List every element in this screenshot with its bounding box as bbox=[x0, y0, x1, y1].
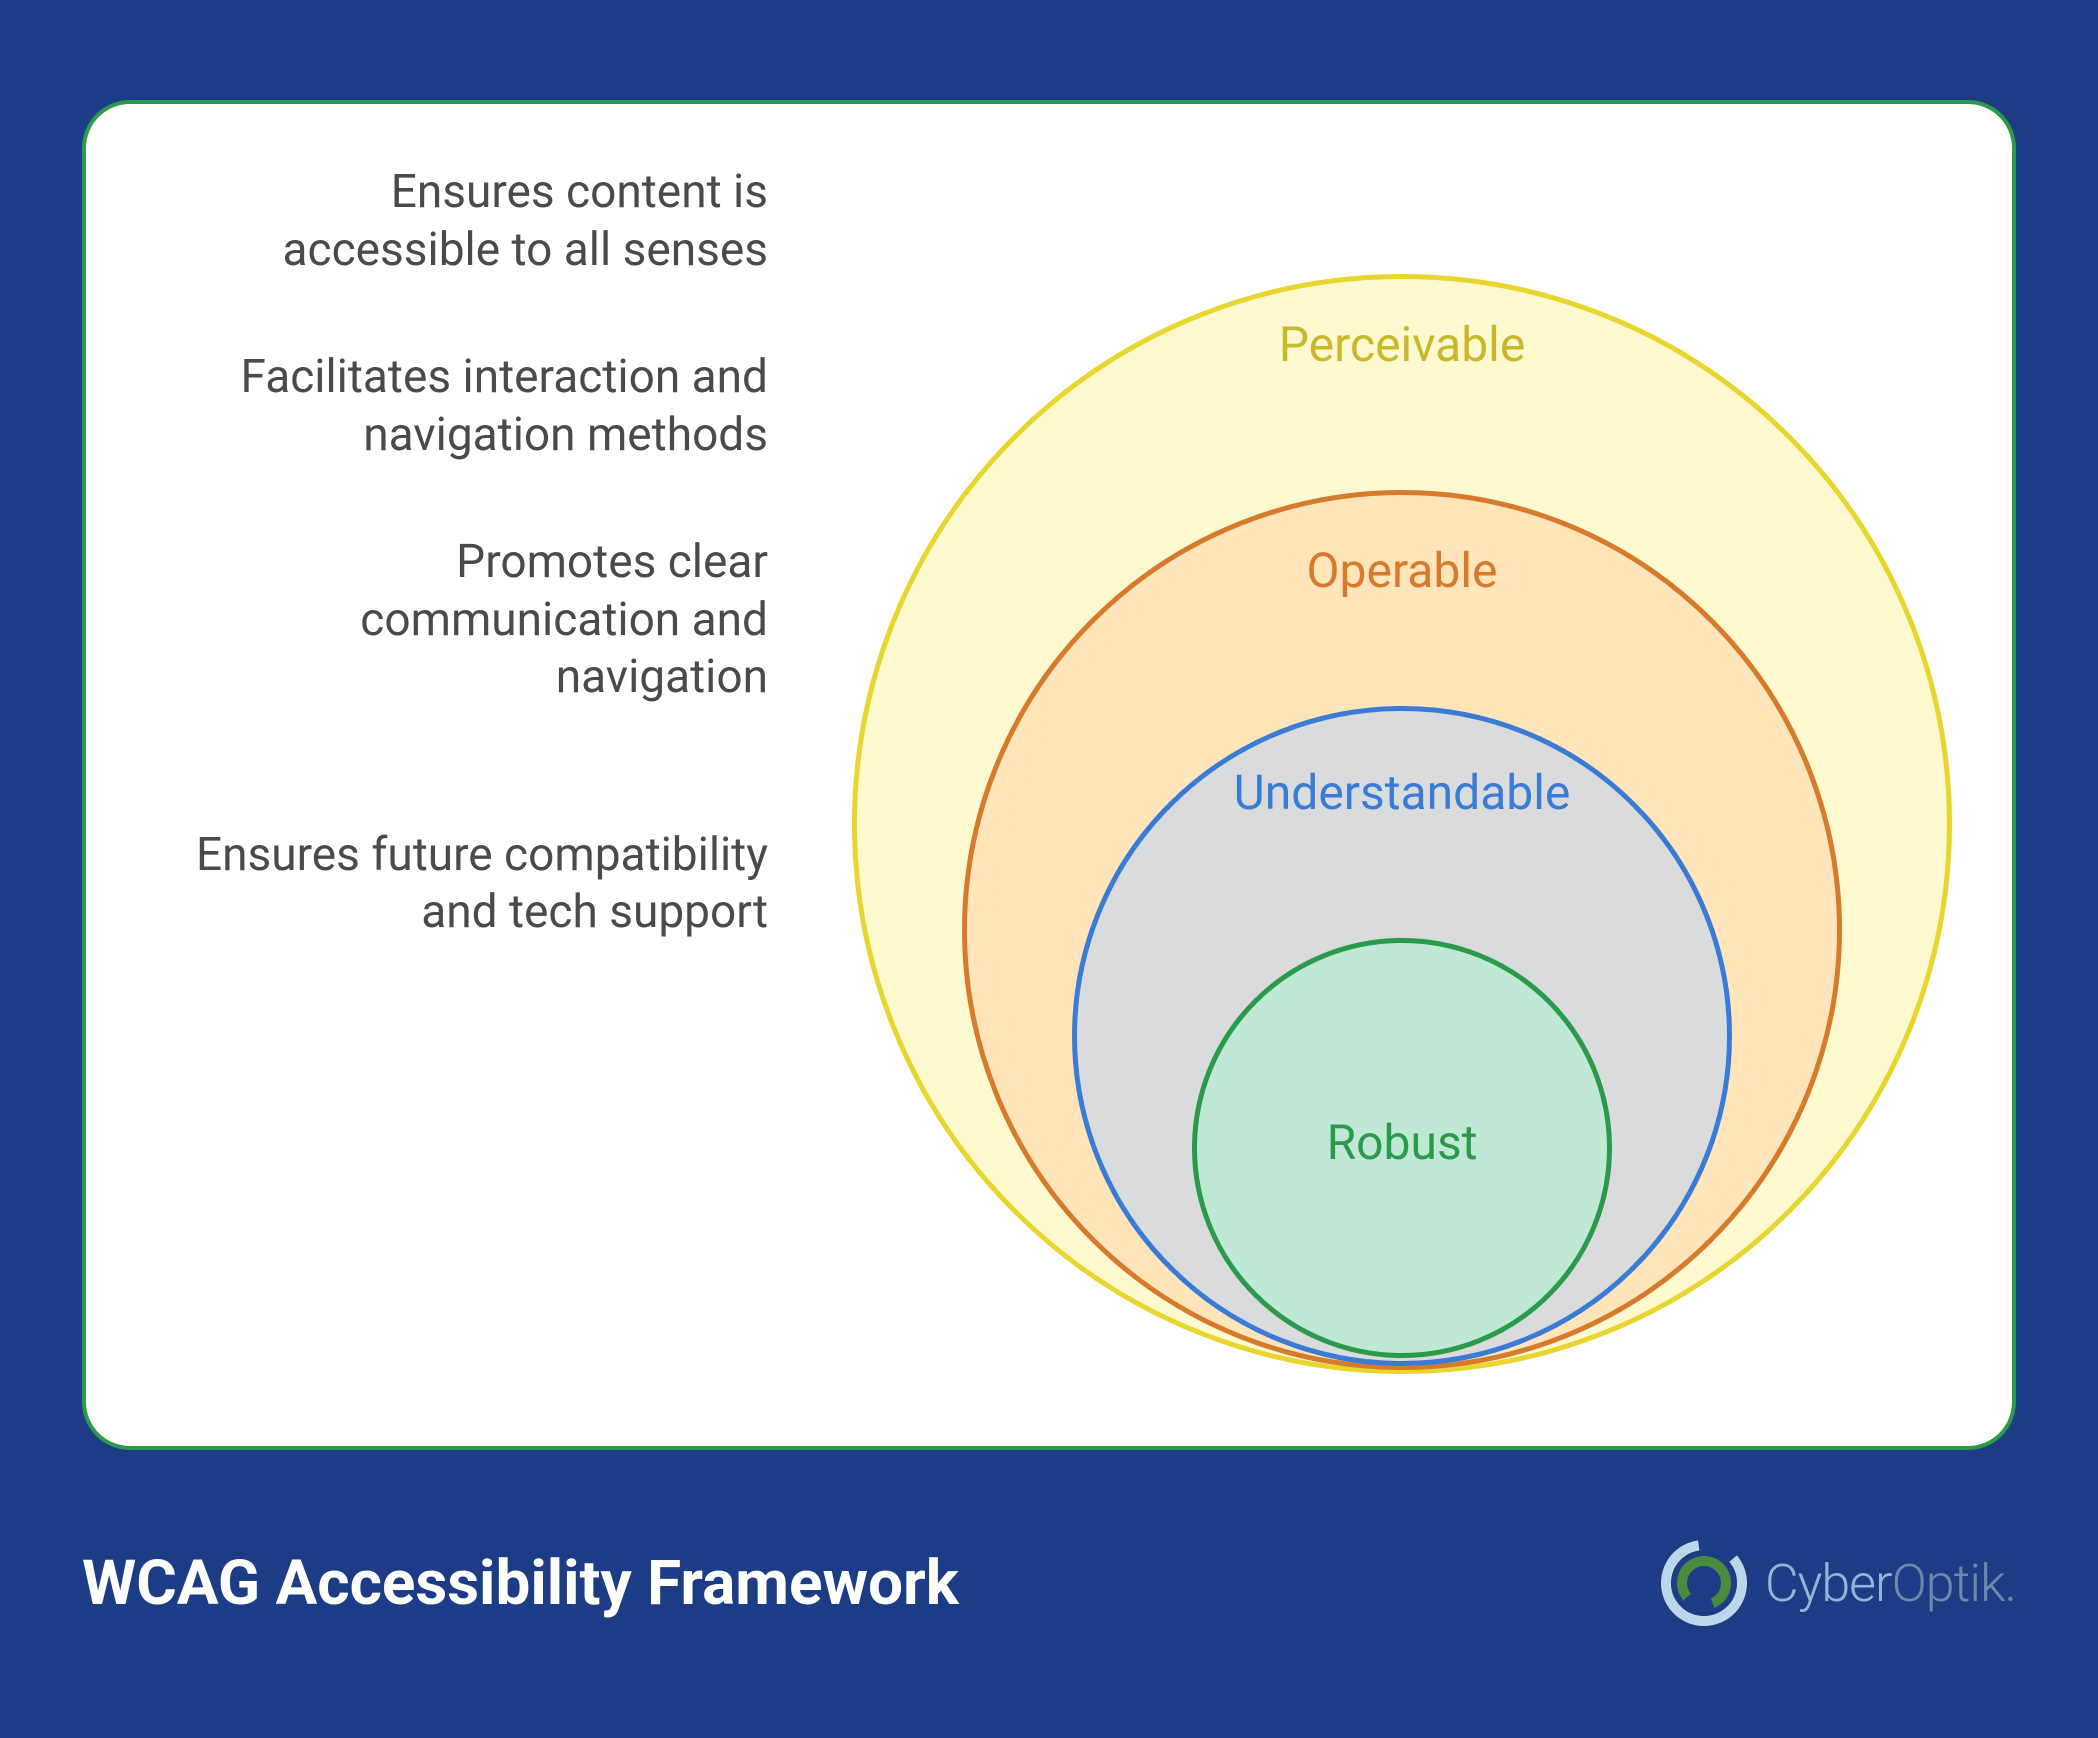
footer: WCAG Accessibility Framework CyberOptik. bbox=[82, 1538, 2016, 1628]
label-understandable: Understandable bbox=[832, 764, 1972, 821]
diagram-title: WCAG Accessibility Framework bbox=[82, 1547, 959, 1620]
brand-logo: CyberOptik. bbox=[1659, 1538, 2016, 1628]
brand-icon bbox=[1659, 1538, 1749, 1628]
label-perceivable: Perceivable bbox=[832, 316, 1972, 373]
label-robust: Robust bbox=[832, 1114, 1972, 1171]
desc-robust: Ensures future compatibility and tech su… bbox=[168, 827, 768, 942]
brand-name-part2: Optik. bbox=[1892, 1553, 2016, 1614]
brand-name: CyberOptik. bbox=[1765, 1553, 2016, 1614]
desc-operable: Facilitates interaction and navigation m… bbox=[168, 349, 768, 464]
nested-circles-diagram: Perceivable Operable Understandable Robu… bbox=[832, 144, 1972, 1414]
label-operable: Operable bbox=[832, 542, 1972, 599]
brand-name-part1: Cyber bbox=[1765, 1553, 1892, 1614]
diagram-card: Ensures content is accessible to all sen… bbox=[82, 100, 2016, 1450]
desc-understandable: Promotes clear communication and navigat… bbox=[168, 534, 768, 707]
desc-perceivable: Ensures content is accessible to all sen… bbox=[168, 164, 768, 279]
descriptions-column: Ensures content is accessible to all sen… bbox=[168, 164, 768, 1012]
